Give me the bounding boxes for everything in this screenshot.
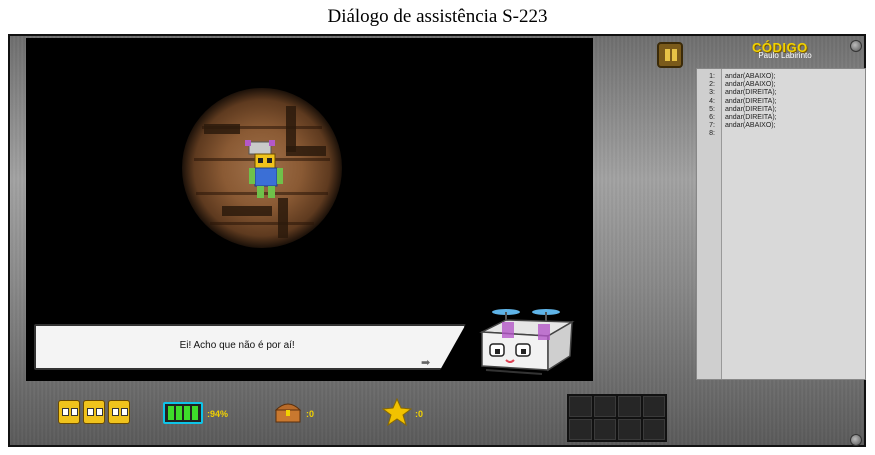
maze-wall [286,146,326,156]
code-line[interactable]: andar(DIREITA); [725,98,777,105]
code-line[interactable]: andar(DIREITA); [725,106,777,113]
command-slot[interactable] [569,396,592,417]
robot-head-icon [83,400,105,424]
page-title: Diálogo de assistência S-223 [327,6,548,27]
command-slot[interactable] [569,419,592,440]
code-line-number: 7: [709,122,715,130]
dialog-message: Ei! Acho que não é por aí! [179,340,295,351]
maze-viewport[interactable]: Ei! Acho que não é por aí! ➡ [26,38,593,381]
command-slots [567,394,667,442]
battery-cell [192,406,198,420]
star-icon [382,398,412,426]
pause-icon-bar [672,49,677,61]
helper-robot-avatar [479,309,575,375]
battery-icon [163,402,203,424]
code-line-number: 2: [709,81,715,89]
command-slot[interactable] [642,396,665,417]
command-slot[interactable] [593,419,616,440]
pause-button[interactable] [657,42,683,68]
treasure-chest-icon [274,403,302,423]
game-frame: Ei! Acho que não é por aí! ➡ CÓDIGO Paul… [8,34,866,447]
code-editor[interactable]: 1: andar(ABAIXO); 2: andar(ABAIXO); 3: andar(… [696,68,866,380]
screw-icon [850,434,862,446]
battery-cell [176,406,182,420]
code-line-number: 3: [709,89,715,97]
dialog-box: Ei! Acho que não é por aí! ➡ [34,324,466,370]
floor-plank [210,222,314,225]
robot-head-icon [58,400,80,424]
dialog-next-arrow-icon[interactable]: ➡ [421,356,430,369]
code-line[interactable]: andar(ABAIXO); [725,73,776,80]
battery-cell [168,406,174,420]
code-line-number: 5: [709,105,715,113]
star-count: :0 [415,409,424,419]
pause-icon [665,49,670,61]
battery-percentage: :94% [207,409,229,419]
chest-count: :0 [306,409,315,419]
command-slot[interactable] [618,396,641,417]
screw-icon [850,40,862,52]
command-slot[interactable] [593,396,616,417]
robot-head-icon [108,400,130,424]
level-name: Paulo Labirinto [758,51,812,60]
code-line-number: 1: [709,73,715,80]
player-robot [245,140,283,198]
code-line[interactable]: andar(DIREITA); [725,114,777,121]
code-line-number: 4: [709,97,715,105]
code-line[interactable]: andar(DIREITA); [725,89,777,96]
code-line-number: 6: [709,114,715,121]
maze-wall [222,206,272,216]
code-line[interactable]: andar(ABAIXO); [725,122,776,129]
code-line-number: 8: [709,130,715,138]
maze-wall [204,124,240,134]
maze-wall [278,198,288,238]
battery-cell [184,406,190,420]
code-line[interactable]: andar(ABAIXO); [725,81,776,88]
command-slot[interactable] [642,419,665,440]
command-slot[interactable] [618,419,641,440]
